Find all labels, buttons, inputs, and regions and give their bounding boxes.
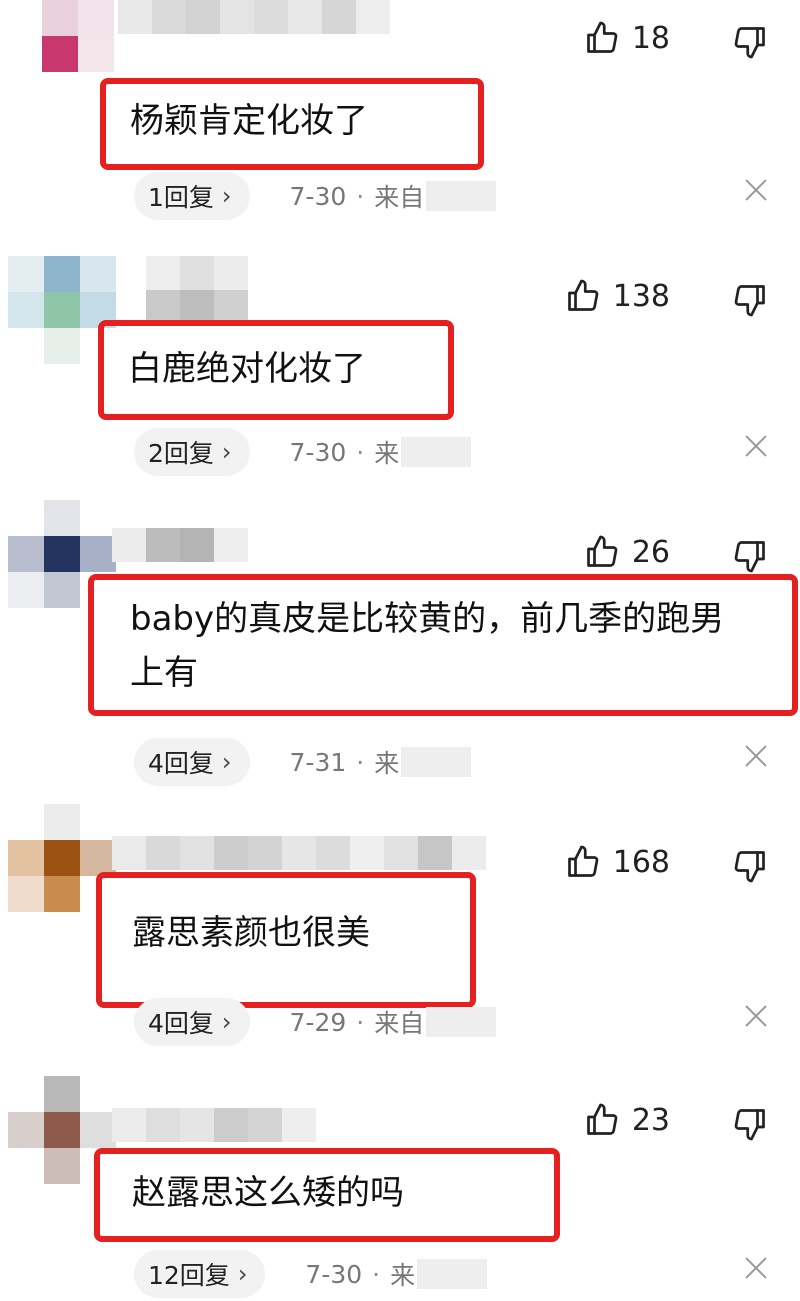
dislike-button[interactable] [732,1106,768,1142]
comment-source: 来 [390,1261,416,1290]
comment-date: 7-30 [305,1259,363,1289]
chevron-right-icon: › [237,1260,248,1288]
dislike-button[interactable] [732,282,768,318]
thumbs-up-icon [584,20,620,56]
separator-dot: · [372,1259,381,1289]
reply-count-button[interactable]: 4回复 › [134,998,250,1046]
comment-item: 138 白鹿绝对化妆了 2回复 › 7-30 · 来 [0,256,800,496]
source-blurred [401,437,472,467]
thumbs-down-icon [732,848,768,884]
close-icon[interactable] [744,434,768,458]
reply-count-button[interactable]: 2回复 › [134,428,250,476]
source-blurred [417,1259,488,1289]
comment-text: 白鹿绝对化妆了 [98,320,454,420]
comment-text: baby的真皮是比较黄的，前几季的跑男上有 [88,574,798,716]
thumbs-up-icon [584,534,620,570]
source-blurred [426,181,497,211]
comment-item: 26 baby的真皮是比较黄的，前几季的跑男上有 4回复 › 7-31 · 来 [0,500,800,800]
thumbs-down-icon [732,538,768,574]
like-count: 168 [612,844,670,880]
comment-source: 来自 [374,183,425,212]
thumbs-down-icon [732,24,768,60]
separator-dot: · [356,437,365,467]
comment-item: 168 露思素颜也很美 4回复 › 7-29 · 来自 [0,804,800,1054]
comment-date: 7-30 [289,181,347,211]
comment-text: 赵露思这么矮的吗 [94,1148,560,1242]
comment-source: 来自 [374,1009,425,1038]
comment-date: 7-31 [289,747,347,777]
dislike-button[interactable] [732,24,768,60]
chevron-right-icon: › [221,438,232,466]
like-button[interactable]: 168 [565,844,670,880]
comment-text: 露思素颜也很美 [96,872,476,1008]
reply-count-button[interactable]: 12回复 › [134,1250,266,1298]
chevron-right-icon: › [221,748,232,776]
like-count: 18 [631,20,670,56]
like-count: 138 [612,278,670,314]
dislike-button[interactable] [732,848,768,884]
comment-item: 18 杨颖肯定化妆了 1回复 › 7-30 · 来自 [0,0,800,240]
separator-dot: · [356,747,365,777]
comment-date: 7-29 [289,1007,347,1037]
close-icon[interactable] [744,744,768,768]
comment-source: 来 [374,749,400,778]
username-blurred [118,0,398,72]
comment-item: 23 赵露思这么矮的吗 12回复 › 7-30 · 来 [0,1076,800,1301]
close-icon[interactable] [744,178,768,202]
like-count: 26 [631,534,670,570]
reply-count-button[interactable]: 1回复 › [134,172,250,220]
reply-count-button[interactable]: 4回复 › [134,738,250,786]
thumbs-up-icon [565,278,601,314]
close-icon[interactable] [744,1004,768,1028]
like-button[interactable]: 138 [565,278,670,314]
separator-dot: · [356,1007,365,1037]
comment-meta: 1回复 › 7-30 · 来自 [134,172,497,220]
like-button[interactable]: 18 [584,20,670,56]
comment-meta: 12回复 › 7-30 · 来 [134,1250,488,1298]
thumbs-down-icon [732,1106,768,1142]
like-count: 23 [631,1102,670,1138]
comment-meta: 2回复 › 7-30 · 来 [134,428,472,476]
thumbs-up-icon [565,844,601,880]
source-blurred [426,1007,497,1037]
source-blurred [401,747,472,777]
comment-meta: 4回复 › 7-29 · 来自 [134,998,497,1046]
comment-meta: 4回复 › 7-31 · 来 [134,738,472,786]
like-button[interactable]: 26 [584,534,670,570]
separator-dot: · [356,181,365,211]
dislike-button[interactable] [732,538,768,574]
thumbs-down-icon [732,282,768,318]
thumbs-up-icon [584,1102,620,1138]
username-blurred [146,256,256,328]
chevron-right-icon: › [221,182,232,210]
comment-source: 来 [374,439,400,468]
close-icon[interactable] [744,1256,768,1280]
chevron-right-icon: › [221,1008,232,1036]
comment-date: 7-30 [289,437,347,467]
comment-text: 杨颖肯定化妆了 [100,78,484,170]
like-button[interactable]: 23 [584,1102,670,1138]
